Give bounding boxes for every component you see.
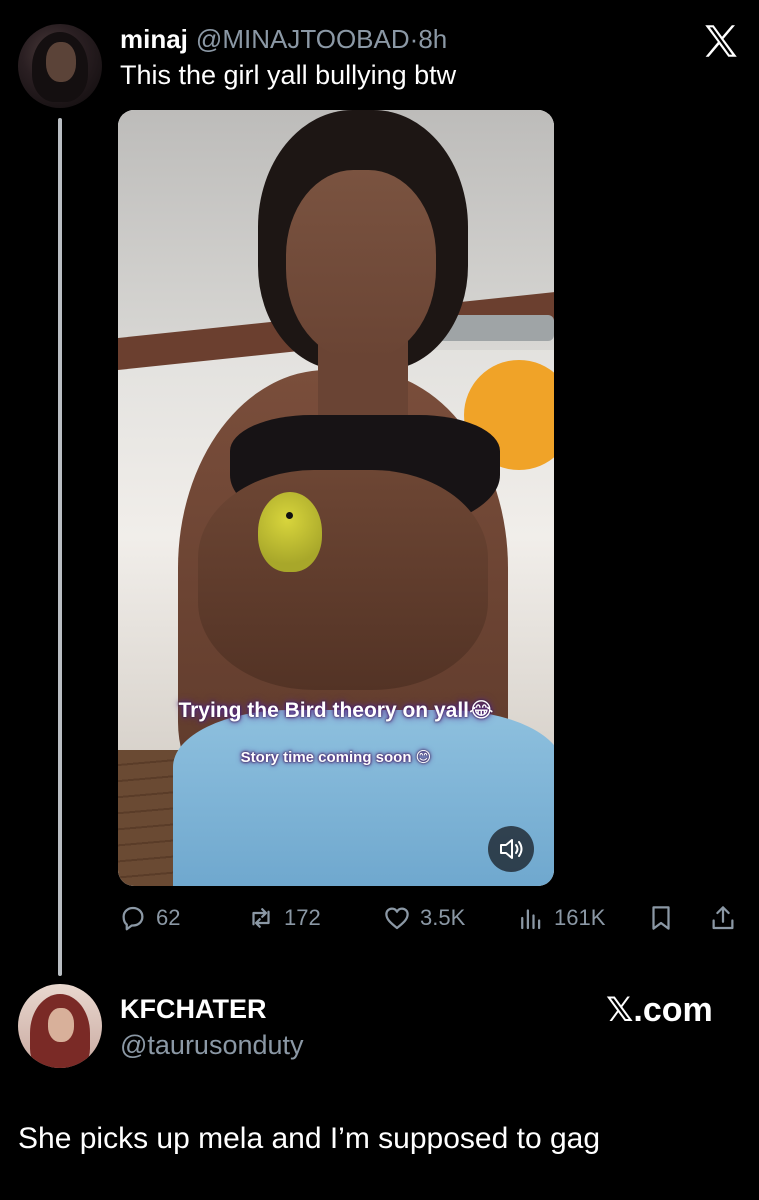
unmute-button[interactable] bbox=[488, 826, 534, 872]
bookmark-button[interactable] bbox=[646, 898, 676, 938]
tweet-text: This the girl yall bullying btw bbox=[120, 60, 457, 90]
video-bird bbox=[258, 492, 322, 572]
quote-author-handle[interactable]: @taurusonduty bbox=[120, 1030, 304, 1061]
quote-text: She picks up mela and I’m supposed to ga… bbox=[18, 1122, 601, 1155]
like-icon bbox=[385, 907, 409, 930]
post-time[interactable]: 8h bbox=[418, 24, 447, 54]
time-separator: · bbox=[409, 24, 419, 54]
views-icon bbox=[521, 909, 541, 930]
video-caption: Trying the Bird theory on yall😂 bbox=[178, 699, 494, 722]
video-bird-eye bbox=[286, 512, 293, 519]
thread-line bbox=[58, 118, 62, 976]
author-name[interactable]: minaj bbox=[120, 24, 188, 54]
x-com-watermark: 𝕏.com bbox=[606, 991, 713, 1029]
bookmark-icon bbox=[652, 906, 670, 930]
repost-icon bbox=[252, 908, 270, 928]
video-person-face bbox=[286, 170, 436, 360]
reply-count: 62 bbox=[156, 905, 181, 930]
reply-icon bbox=[122, 906, 144, 931]
quote-author-name[interactable]: KFCHATER bbox=[120, 994, 266, 1025]
video-person-hands bbox=[198, 470, 488, 690]
like-button[interactable]: 3.5K bbox=[382, 898, 465, 938]
reply-button[interactable]: 62 bbox=[118, 898, 180, 938]
avatar-face bbox=[46, 42, 76, 82]
quote-author-avatar[interactable] bbox=[18, 984, 102, 1068]
share-button[interactable] bbox=[708, 898, 738, 938]
like-count: 3.5K bbox=[420, 905, 466, 930]
tweet-header: minaj @MINAJTOOBAD·8h bbox=[120, 24, 447, 55]
tweet-video[interactable]: Trying the Bird theory on yall😂 Story ti… bbox=[118, 110, 554, 886]
avatar-face bbox=[48, 1008, 74, 1042]
author-avatar[interactable] bbox=[18, 24, 102, 108]
share-icon bbox=[712, 906, 734, 930]
repost-button[interactable]: 172 bbox=[246, 898, 321, 938]
tweet-actions: 62 172 3.5K 161K bbox=[118, 898, 738, 938]
author-handle[interactable]: @MINAJTOOBAD·8h bbox=[196, 24, 447, 54]
handle-text: @MINAJTOOBAD bbox=[195, 24, 410, 54]
speaker-icon bbox=[500, 839, 523, 859]
views-button[interactable]: 161K bbox=[516, 898, 605, 938]
views-count: 161K bbox=[554, 905, 606, 930]
x-logo-icon[interactable] bbox=[700, 20, 742, 62]
repost-count: 172 bbox=[284, 905, 321, 930]
video-subcaption: Story time coming soon 😊 bbox=[240, 749, 432, 766]
